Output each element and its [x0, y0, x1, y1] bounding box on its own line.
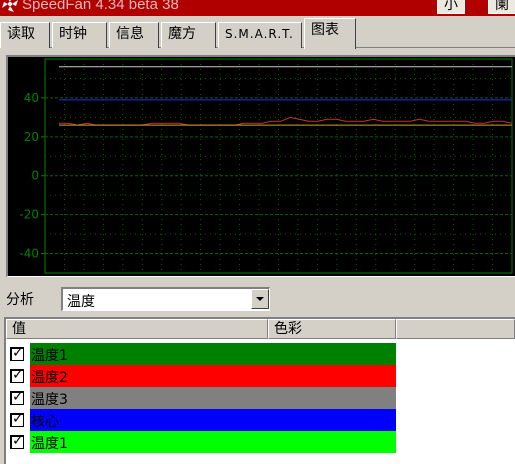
- checkmark-icon: ✓: [12, 433, 24, 449]
- analysis-row: 分析 温度: [0, 283, 515, 313]
- color-swatch[interactable]: [30, 387, 396, 409]
- row-checkbox[interactable]: ✓: [10, 367, 24, 383]
- list-header: 值 色彩: [6, 319, 515, 339]
- list-item[interactable]: ✓ 温度1: [6, 343, 396, 365]
- list-item[interactable]: ✓ 温度1: [6, 431, 396, 453]
- tab-charts[interactable]: 图表: [304, 18, 356, 49]
- column-color[interactable]: 色彩: [268, 319, 396, 339]
- tab-exotics[interactable]: 魔方: [161, 22, 216, 48]
- list-item[interactable]: ✓ 核心: [6, 409, 396, 431]
- plot-area: [44, 58, 513, 274]
- tab-info[interactable]: 信息: [109, 22, 159, 48]
- close-button[interactable]: 阑: [488, 0, 515, 14]
- sensor-list[interactable]: 值 色彩 ✓ 温度1 ✓ 温度2 ✓ 温度3 ✓ 核心 ✓ 温度1: [4, 317, 515, 464]
- dropdown-button[interactable]: [251, 289, 269, 309]
- color-swatch[interactable]: [30, 365, 396, 387]
- analysis-select[interactable]: 温度: [61, 287, 270, 311]
- color-swatch[interactable]: [30, 343, 396, 365]
- minimize-button[interactable]: 小: [437, 0, 465, 14]
- row-checkbox[interactable]: ✓: [10, 433, 24, 449]
- y-tick-label: -40: [19, 247, 39, 261]
- tab-clock[interactable]: 时钟: [52, 22, 107, 48]
- series-line-0: [59, 116, 513, 126]
- color-swatch[interactable]: [30, 431, 396, 453]
- color-swatch[interactable]: [30, 409, 396, 431]
- y-tick-label: 0: [31, 169, 39, 183]
- tab-smart[interactable]: S.M.A.R.T.: [218, 22, 302, 48]
- checkmark-icon: ✓: [12, 367, 24, 383]
- column-value[interactable]: 值: [6, 319, 268, 339]
- temperature-chart: 40 20 0 -20 -40: [19, 58, 513, 274]
- tab-bar: 读取 时钟 信息 魔方 S.M.A.R.T. 图表: [0, 16, 515, 49]
- title-bar: SpeedFan 4.34 beta 38 小 阑: [0, 0, 515, 16]
- speedfan-fan-icon: [2, 0, 18, 12]
- list-item-label: 温度2: [31, 370, 68, 386]
- tab-readings[interactable]: 读取: [0, 22, 50, 48]
- y-tick-label: 40: [24, 91, 39, 105]
- checkmark-icon: ✓: [12, 389, 24, 405]
- list-item-label: 温度1: [31, 348, 68, 364]
- chart-panel: 40 20 0 -20 -40: [6, 55, 515, 277]
- list-item-label: 核心: [31, 414, 59, 430]
- chevron-down-icon: [256, 297, 264, 301]
- row-checkbox[interactable]: ✓: [10, 345, 24, 361]
- checkmark-icon: ✓: [12, 345, 24, 361]
- row-checkbox[interactable]: ✓: [10, 389, 24, 405]
- list-item-label: 温度3: [31, 392, 68, 408]
- y-tick-label: 20: [24, 130, 39, 144]
- window-title: SpeedFan 4.34 beta 38: [22, 0, 179, 13]
- analysis-selected-value: 温度: [67, 294, 95, 310]
- analysis-label: 分析: [6, 292, 34, 308]
- checkmark-icon: ✓: [12, 411, 24, 427]
- column-blank: [396, 319, 515, 339]
- list-item[interactable]: ✓ 温度3: [6, 387, 396, 409]
- y-tick-label: -20: [19, 208, 39, 222]
- list-item[interactable]: ✓ 温度2: [6, 365, 396, 387]
- row-checkbox[interactable]: ✓: [10, 411, 24, 427]
- list-item-label: 温度1: [31, 436, 68, 452]
